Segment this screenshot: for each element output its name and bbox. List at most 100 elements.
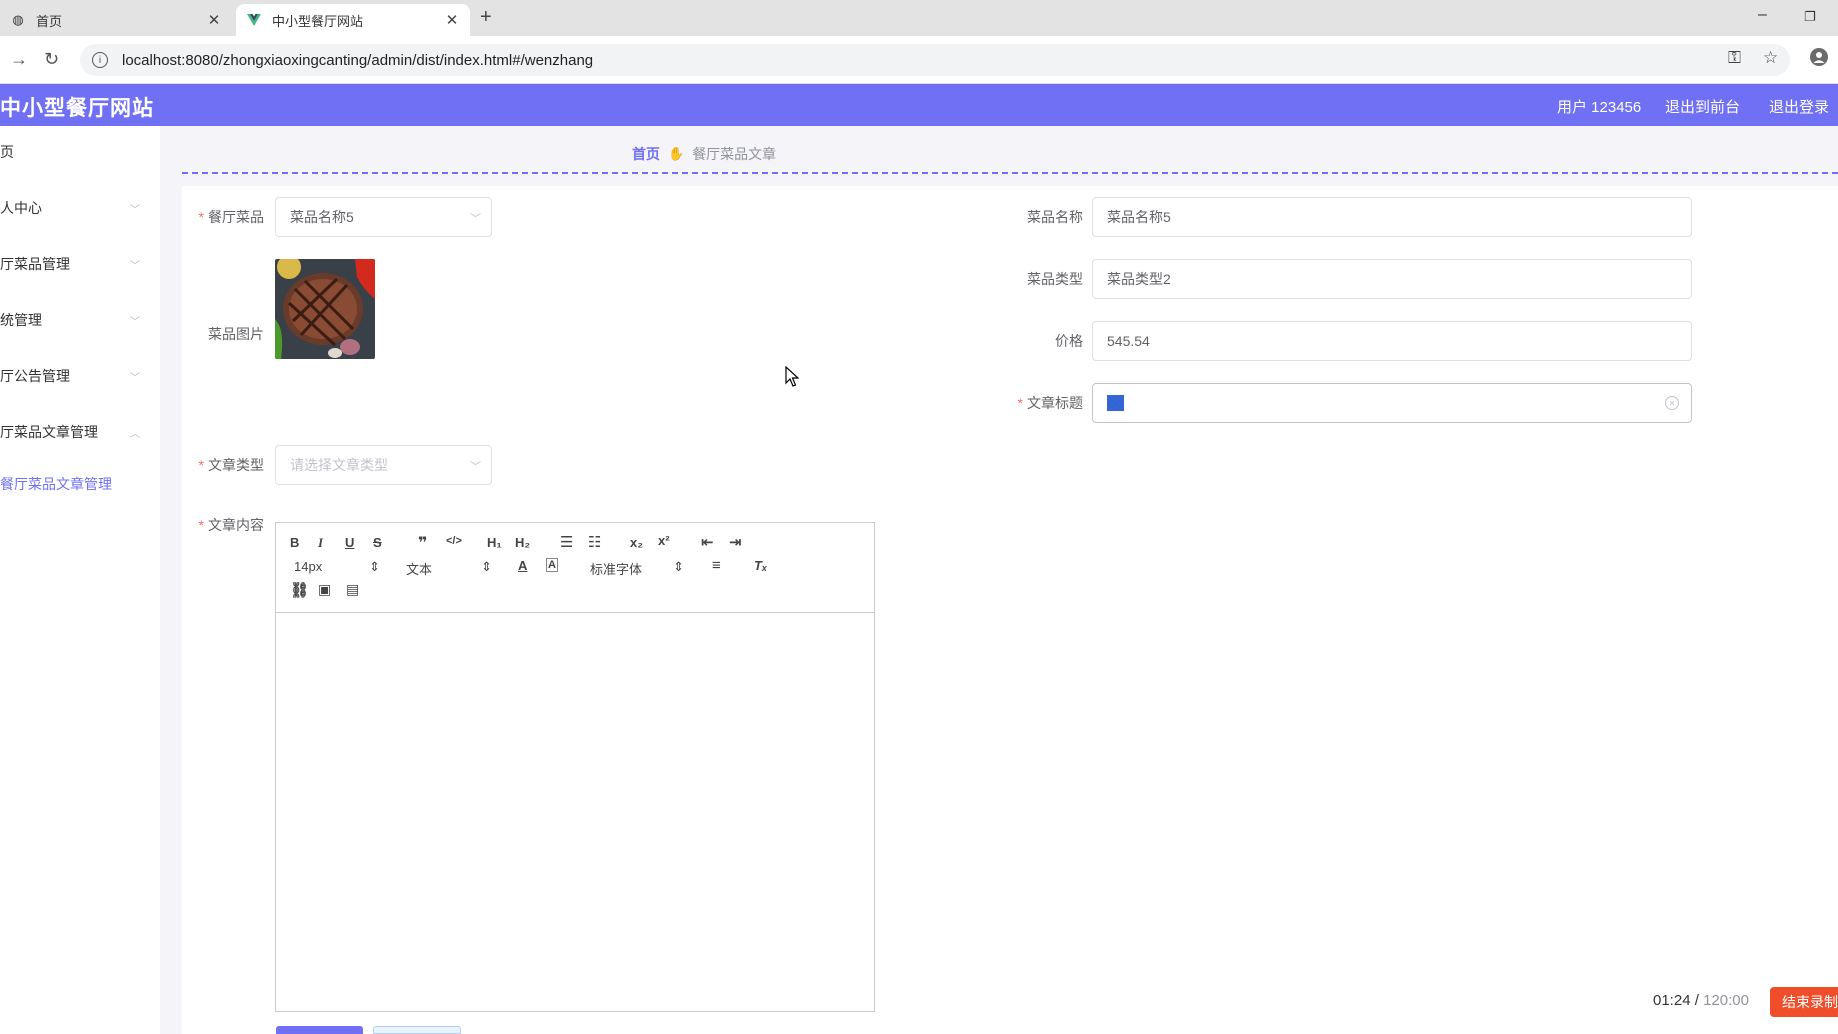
sidebar-item-label: 厅公告管理 (0, 368, 70, 384)
restore-icon[interactable]: ❐ (1804, 9, 1816, 25)
indent-icon[interactable]: ⇥ (729, 533, 742, 551)
clear-icon[interactable]: ✕ (1665, 396, 1679, 410)
article-title-input[interactable]: ce ✕ (1092, 383, 1692, 423)
dish-select-value: 菜品名称5 (290, 209, 354, 225)
heading1-icon[interactable]: H₁ (487, 535, 502, 550)
code-icon[interactable]: </> (446, 535, 462, 547)
close-icon[interactable]: ✕ (206, 11, 222, 29)
dish-select[interactable]: 菜品名称5 ﹀ (275, 197, 492, 237)
price-value: 545.54 (1107, 333, 1150, 349)
chevron-down-icon: ﹀ (130, 260, 140, 272)
video-icon[interactable]: ▤ (346, 581, 359, 598)
price-input[interactable]: 545.54 (1092, 321, 1692, 361)
article-title-value: ce (1107, 395, 1124, 411)
tab-title: 首页 (36, 13, 63, 29)
subscript-icon[interactable]: x₂ (630, 535, 643, 550)
vue-logo-icon (246, 12, 262, 28)
background-color-icon[interactable]: A (546, 558, 558, 572)
sidebar-item-personal-center[interactable]: 人中心 ﹀ (0, 198, 150, 218)
sort-icon: ⇕ (673, 559, 684, 574)
outdent-icon[interactable]: ⇤ (701, 533, 714, 551)
sidebar-item-label: 人中心 (0, 200, 42, 216)
font-family-value: 标准字体 (590, 562, 643, 577)
font-family-select[interactable]: 标准字体 ⇕ (590, 559, 684, 578)
article-title-label: * 文章标题 (1017, 395, 1083, 411)
ordered-list-icon[interactable]: ☰ (560, 533, 573, 551)
sidebar-item-label: 统管理 (0, 312, 42, 328)
dish-image (275, 259, 375, 359)
sidebar-item-article-management[interactable]: 厅菜品文章管理 ︿ (0, 422, 150, 442)
app-header: 中小型餐厅网站 用户 123456 退出到前台 退出登录 (0, 84, 1838, 126)
heading2-icon[interactable]: H₂ (515, 535, 530, 550)
bold-icon[interactable]: B (290, 535, 299, 550)
close-icon[interactable]: ✕ (444, 11, 460, 29)
breadcrumb: 首页 ✋ 餐厅菜品文章 (632, 144, 776, 164)
image-icon[interactable]: ▣ (318, 581, 331, 598)
timer-elapsed: 01:24 (1653, 992, 1691, 1009)
submit-button[interactable] (276, 1026, 363, 1034)
cancel-button[interactable] (373, 1026, 461, 1034)
forward-icon[interactable]: → (10, 49, 28, 70)
dish-label: * 餐厅菜品 (198, 209, 264, 225)
star-icon[interactable]: ☆ (1763, 48, 1778, 68)
chevron-down-icon: ﹀ (130, 372, 140, 384)
content-label: * 文章内容 (198, 517, 264, 533)
browser-tab-bar: ◍ 首页 ✕ 中小型餐厅网站 ✕ + – ❐ (0, 0, 1838, 36)
mouse-cursor-icon (785, 365, 800, 393)
sidebar-item-notice-management[interactable]: 厅公告管理 ﹀ (0, 366, 150, 386)
sidebar: 页 人中心 ﹀ 厅菜品管理 ﹀ 统管理 ﹀ 厅公告管理 ﹀ 厅菜品文章管理 ︿ … (0, 126, 160, 1034)
align-icon[interactable]: ≡ (712, 557, 721, 574)
sidebar-item-dish-management[interactable]: 厅菜品管理 ﹀ (0, 254, 150, 274)
new-tab-button[interactable]: + (480, 6, 492, 29)
clear-format-icon[interactable]: Tₓ (754, 558, 767, 573)
italic-icon[interactable]: I (318, 535, 323, 551)
sidebar-item-system-management[interactable]: 统管理 ﹀ (0, 310, 150, 330)
dish-name-label: 菜品名称 (1027, 209, 1083, 225)
dish-name-input[interactable]: 菜品名称5 (1092, 197, 1692, 237)
recording-timer: 01:24 / 120:00 (1653, 992, 1749, 1009)
strikethrough-icon[interactable]: S (373, 535, 382, 550)
font-size-select[interactable]: 14px ⇕ (294, 559, 380, 575)
chevron-up-icon: ︿ (130, 428, 140, 440)
globe-icon: ◍ (12, 12, 24, 27)
dish-name-value: 菜品名称5 (1107, 209, 1171, 225)
address-bar: → ↻ i localhost:8080/zhongxiaoxingcantin… (0, 36, 1838, 84)
editor-toolbar: B I U S ❞ </> H₁ H₂ ☰ ☷ x₂ x² ⇤ ⇥ 14px ⇕ … (276, 523, 874, 613)
sidebar-item-label: 页 (0, 144, 14, 160)
key-icon[interactable]: ⚿ (1728, 48, 1741, 68)
user-label: 用户 123456 (1557, 99, 1642, 116)
url-input[interactable]: i localhost:8080/zhongxiaoxingcanting/ad… (80, 44, 1790, 76)
breadcrumb-home[interactable]: 首页 (632, 144, 660, 164)
to-front-link[interactable]: 退出到前台 (1665, 96, 1740, 117)
sort-icon: ⇕ (481, 559, 492, 574)
sidebar-item-label: 餐厅菜品文章管理 (0, 476, 112, 492)
stop-recording-button[interactable]: 结束录制 (1770, 987, 1838, 1017)
bullet-list-icon[interactable]: ☷ (588, 533, 601, 551)
link-icon[interactable]: ⛓ (290, 581, 309, 599)
font-color-icon[interactable]: A (518, 558, 527, 573)
sidebar-subitem-article-management[interactable]: 餐厅菜品文章管理 (0, 474, 150, 494)
article-type-label: * 文章类型 (198, 457, 264, 473)
reload-icon[interactable]: ↻ (44, 49, 59, 70)
article-type-select[interactable]: 请选择文章类型 ﹀ (275, 445, 492, 485)
dish-type-input[interactable]: 菜品类型2 (1092, 259, 1692, 299)
sidebar-item-label: 厅菜品管理 (0, 256, 70, 272)
logout-link[interactable]: 退出登录 (1769, 96, 1829, 117)
sort-icon: ⇕ (369, 559, 380, 574)
tab-restaurant[interactable]: 中小型餐厅网站 ✕ (236, 4, 470, 36)
editor-content-area[interactable] (276, 614, 874, 1011)
breadcrumb-current: 餐厅菜品文章 (692, 146, 777, 162)
sidebar-item-home[interactable]: 页 (0, 142, 150, 162)
minimize-icon[interactable]: – (1758, 6, 1767, 24)
hand-icon: ✋ (668, 146, 685, 161)
dish-type-value: 菜品类型2 (1107, 271, 1171, 287)
text-style-select[interactable]: 文本 ⇕ (406, 559, 492, 578)
chevron-down-icon: ﹀ (130, 316, 140, 328)
profile-icon[interactable] (1810, 48, 1828, 71)
blockquote-icon[interactable]: ❞ (418, 533, 427, 553)
underline-icon[interactable]: U (345, 535, 354, 550)
info-icon[interactable]: i (92, 52, 108, 68)
tab-home[interactable]: ◍ 首页 ✕ (0, 4, 232, 36)
superscript-icon[interactable]: x² (658, 533, 670, 548)
chevron-down-icon: ﹀ (130, 204, 140, 216)
